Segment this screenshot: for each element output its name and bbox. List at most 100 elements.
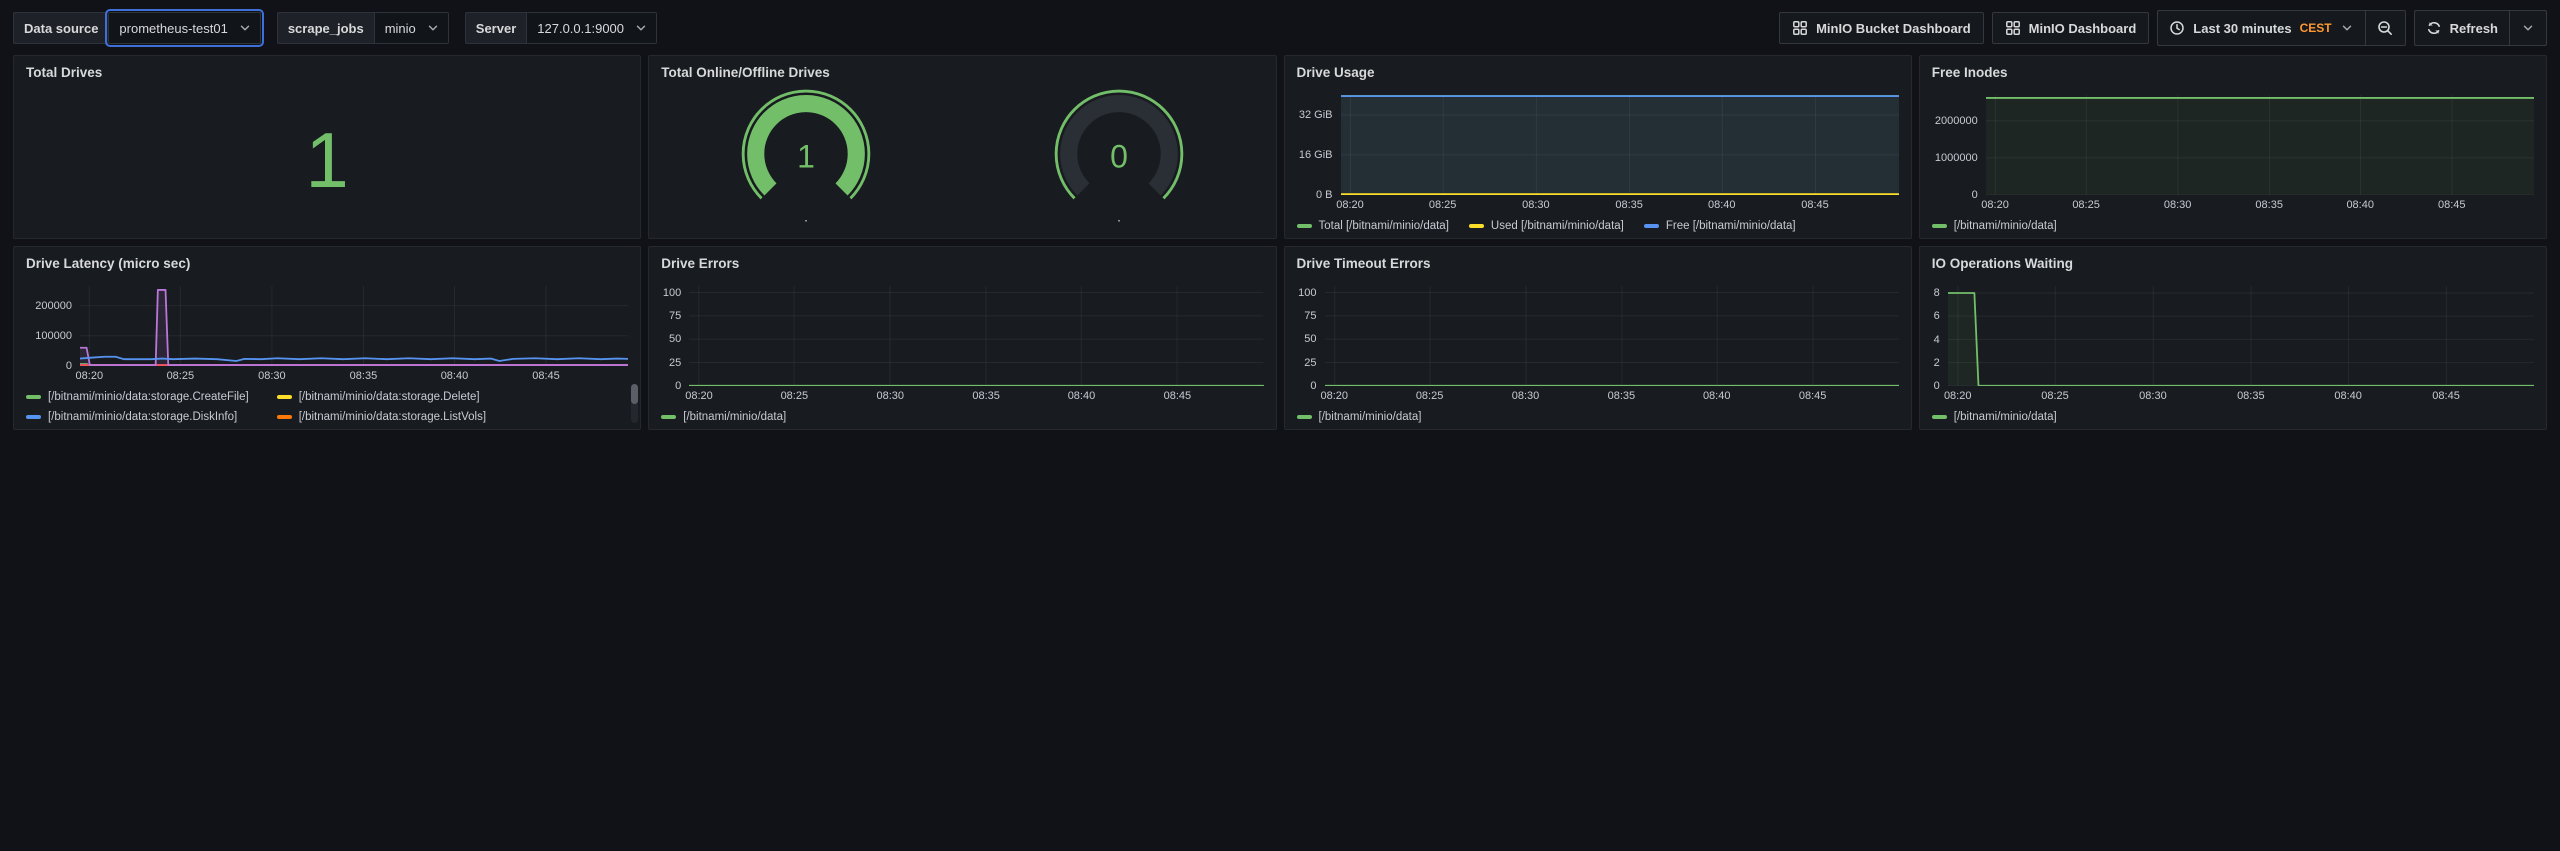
legend: [/bitnami/minio/data] bbox=[1920, 404, 2546, 425]
plot-area[interactable] bbox=[80, 286, 628, 366]
panel-title[interactable]: Drive Timeout Errors bbox=[1285, 247, 1911, 272]
y-tick-label: 8 bbox=[1934, 287, 1940, 299]
panel-title[interactable]: Drive Usage bbox=[1285, 56, 1911, 81]
legend-item[interactable]: [/bitnami/minio/data] bbox=[1932, 220, 2057, 232]
legend: [/bitnami/minio/data] bbox=[1920, 213, 2546, 234]
legend-item[interactable]: Total [/bitnami/minio/data] bbox=[1297, 220, 1449, 232]
legend-item[interactable]: [/bitnami/minio/data] bbox=[661, 411, 786, 423]
panel-title[interactable]: Drive Errors bbox=[649, 247, 1275, 272]
legend-label: [/bitnami/minio/data:storage.DiskInfo] bbox=[48, 411, 237, 423]
y-tick-label: 50 bbox=[669, 333, 681, 345]
refresh-label: Refresh bbox=[2450, 21, 2498, 36]
dashboard-toolbar: Data sourceprometheus-test01scrape_jobsm… bbox=[0, 0, 2560, 52]
x-tick-label: 08:20 bbox=[76, 370, 104, 382]
panel-title[interactable]: IO Operations Waiting bbox=[1920, 247, 2546, 272]
x-tick-label: 08:30 bbox=[2139, 390, 2167, 402]
legend-item[interactable]: Free [/bitnami/minio/data] bbox=[1644, 220, 1796, 232]
plot-area[interactable] bbox=[1986, 95, 2534, 195]
stat-value: 1 bbox=[305, 121, 348, 199]
x-axis: 08:2008:2508:3008:3508:4008:45 bbox=[689, 389, 1263, 404]
panel-free-inodes: Free Inodes 20000001000000008:2008:2508:3… bbox=[1919, 55, 2547, 239]
legend-item[interactable]: [/bitnami/minio/data:storage.CreateFile] bbox=[26, 391, 249, 403]
gauge-arc: 0. bbox=[1033, 83, 1205, 227]
y-tick-label: 32 GiB bbox=[1299, 109, 1333, 121]
legend-item[interactable]: Used [/bitnami/minio/data] bbox=[1469, 220, 1624, 232]
x-tick-label: 08:45 bbox=[1164, 390, 1192, 402]
legend-item[interactable]: [/bitnami/minio/data] bbox=[1932, 411, 2057, 423]
x-axis: 08:2008:2508:3008:3508:4008:45 bbox=[1948, 389, 2534, 404]
minio-dashboard-link[interactable]: MinIO Dashboard bbox=[1992, 12, 2150, 44]
legend-swatch bbox=[1932, 415, 1947, 419]
variable-value: 127.0.0.1:9000 bbox=[537, 21, 624, 36]
minio-bucket-dashboard-link[interactable]: MinIO Bucket Dashboard bbox=[1779, 12, 1984, 44]
link-label: MinIO Dashboard bbox=[2029, 21, 2137, 36]
legend-item[interactable]: [/bitnami/minio/data:storage.ListVols] bbox=[277, 411, 486, 423]
legend-item[interactable]: [/bitnami/minio/data:storage.Delete] bbox=[277, 391, 486, 403]
x-tick-label: 08:25 bbox=[1416, 390, 1444, 402]
chevron-down-icon bbox=[2521, 21, 2535, 35]
gauge-arc: 1. bbox=[720, 83, 892, 227]
clock-icon bbox=[2169, 20, 2185, 36]
refresh-interval-dropdown[interactable] bbox=[2509, 11, 2546, 45]
y-tick-label: 2 bbox=[1934, 357, 1940, 369]
timeseries-chart: 200000100000008:2008:2508:3008:3508:4008… bbox=[14, 286, 640, 429]
legend-item[interactable]: [/bitnami/minio/data:storage.DiskInfo] bbox=[26, 411, 249, 423]
dashboard-panels: Total Drives 1 Total Online/Offline Drives… bbox=[0, 52, 2560, 433]
legend-item[interactable]: [/bitnami/minio/data] bbox=[1297, 411, 1422, 423]
panel-title[interactable]: Free Inodes bbox=[1920, 56, 2546, 81]
x-tick-label: 08:35 bbox=[1608, 390, 1636, 402]
panel-title[interactable]: Total Drives bbox=[14, 56, 640, 81]
apps-icon bbox=[2005, 20, 2021, 36]
legend-swatch bbox=[26, 415, 41, 419]
legend-label: [/bitnami/minio/data] bbox=[1954, 411, 2057, 423]
x-tick-label: 08:25 bbox=[2072, 199, 2100, 211]
refresh-picker: Refresh bbox=[2414, 10, 2547, 46]
svg-text:1: 1 bbox=[797, 139, 815, 175]
x-tick-label: 08:45 bbox=[2432, 390, 2460, 402]
plot-area[interactable] bbox=[689, 286, 1263, 386]
y-tick-label: 2000000 bbox=[1935, 115, 1978, 127]
panel-drive-usage: Drive Usage32 GiB16 GiB0 B08:2008:2508:3… bbox=[1284, 55, 1912, 239]
legend-scrollbar[interactable] bbox=[631, 384, 638, 423]
time-range-button[interactable]: Last 30 minutes CEST bbox=[2158, 11, 2364, 45]
y-axis: 86420 bbox=[1920, 286, 1948, 386]
legend-label: Free [/bitnami/minio/data] bbox=[1666, 220, 1796, 232]
legend: [/bitnami/minio/data] bbox=[649, 404, 1275, 425]
variable-label: Data source bbox=[13, 12, 108, 44]
time-range-label: Last 30 minutes bbox=[2193, 21, 2291, 36]
panel-title[interactable]: Total Online/Offline Drives bbox=[649, 56, 1275, 81]
x-tick-label: 08:45 bbox=[2438, 199, 2466, 211]
variable-data-source-select[interactable]: prometheus-test01 bbox=[108, 12, 260, 44]
legend-swatch bbox=[277, 395, 292, 399]
variable-scrape-jobs-select[interactable]: minio bbox=[374, 12, 449, 44]
variable-server-select[interactable]: 127.0.0.1:9000 bbox=[526, 12, 657, 44]
legend: [/bitnami/minio/data] bbox=[1285, 404, 1911, 425]
chevron-down-icon bbox=[2340, 21, 2354, 35]
plot-area[interactable] bbox=[1341, 95, 1899, 195]
timeseries-chart: 20000001000000008:2008:2508:3008:3508:40… bbox=[1920, 95, 2546, 238]
time-zoom-out-button[interactable] bbox=[2365, 11, 2405, 45]
panel-title[interactable]: Drive Latency (micro sec) bbox=[14, 247, 640, 272]
y-tick-label: 4 bbox=[1934, 334, 1940, 346]
y-tick-label: 100 bbox=[663, 287, 681, 299]
timeseries-chart: 100755025008:2008:2508:3008:3508:4008:45… bbox=[1285, 286, 1911, 429]
y-axis: 2000001000000 bbox=[14, 286, 80, 366]
legend: Total [/bitnami/minio/data] Used [/bitnam… bbox=[1285, 213, 1911, 234]
x-tick-label: 08:45 bbox=[1799, 390, 1827, 402]
chevron-down-icon bbox=[238, 21, 252, 35]
legend-swatch bbox=[26, 395, 41, 399]
zoom-out-icon bbox=[2377, 20, 2394, 37]
chevron-down-icon bbox=[426, 21, 440, 35]
plot-area[interactable] bbox=[1948, 286, 2534, 386]
y-tick-label: 25 bbox=[1304, 357, 1316, 369]
legend-swatch bbox=[277, 415, 292, 419]
plot-area[interactable] bbox=[1325, 286, 1899, 386]
y-tick-label: 0 bbox=[1310, 380, 1316, 392]
apps-icon bbox=[1792, 20, 1808, 36]
x-tick-label: 08:30 bbox=[1512, 390, 1540, 402]
refresh-button[interactable]: Refresh bbox=[2415, 11, 2509, 45]
y-tick-label: 0 bbox=[66, 360, 72, 372]
x-tick-label: 08:45 bbox=[1801, 199, 1829, 211]
legend-label: [/bitnami/minio/data] bbox=[1319, 411, 1422, 423]
x-tick-label: 08:30 bbox=[258, 370, 286, 382]
